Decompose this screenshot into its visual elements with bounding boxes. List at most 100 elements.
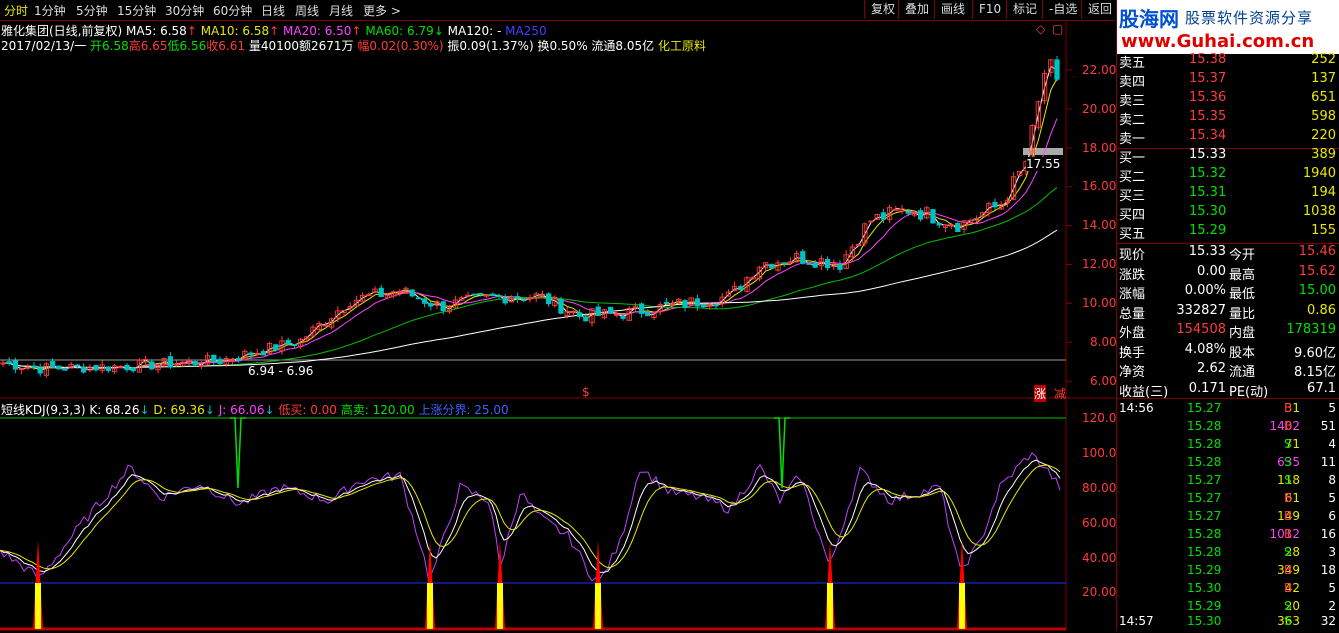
- tick-price: 15.28: [1187, 419, 1222, 433]
- bar-change: 幅0.02(0.30%): [357, 39, 444, 53]
- tick-side: B: [1284, 563, 1293, 577]
- candle-body: [812, 262, 818, 268]
- candle-body: [273, 344, 279, 351]
- logo-slogan: 股票软件资源分享: [1185, 9, 1314, 27]
- tick-row: 14:57 15.30 363 S 32: [1117, 614, 1339, 633]
- sell-signal-spike: [230, 417, 246, 489]
- candle-body: [49, 361, 56, 368]
- ma5-value: MA5: 6.58: [126, 24, 187, 38]
- quote-value: 154508: [1176, 322, 1226, 337]
- tick-row: 15.28 1012 B 16: [1117, 527, 1339, 546]
- candle-body: [192, 361, 198, 365]
- candle-body: [682, 300, 688, 308]
- candle-body: [217, 358, 223, 365]
- quote-value: 0.86: [1307, 302, 1336, 318]
- tick-price: 15.28: [1187, 437, 1222, 451]
- ask-label: 卖五: [1119, 56, 1146, 71]
- bid-volume: 194: [1311, 185, 1336, 200]
- candle-body: [130, 367, 136, 372]
- candle-body: [583, 316, 589, 322]
- tick-price: 15.30: [1187, 581, 1222, 595]
- tick-count: 32: [1320, 614, 1336, 628]
- price-axis-label: 16.00: [1082, 179, 1117, 193]
- quote-label: 量比: [1229, 306, 1256, 322]
- ma60-value: MA60: 6.79: [365, 24, 434, 38]
- bid-label: 买一: [1119, 151, 1146, 166]
- kdj-high-sell: 高卖: 120.00: [340, 403, 415, 417]
- diamond-icon[interactable]: ◇: [1036, 22, 1045, 36]
- bar-high: 高6.65: [128, 39, 168, 53]
- bar-sector[interactable]: 化工原料: [658, 39, 706, 53]
- bid-label: 买二: [1119, 170, 1146, 185]
- grid-layer: [0, 20, 1115, 631]
- chart-canvas[interactable]: [0, 0, 1115, 631]
- bar-amount: 额2671万: [299, 39, 354, 53]
- quote-value: 0.00: [1197, 263, 1226, 279]
- tick-price: 15.28: [1187, 455, 1222, 469]
- buy-signal-bar: [427, 583, 433, 629]
- quote-label: 收益(三): [1119, 384, 1169, 400]
- tick-row: 15.28 71 S 4: [1117, 437, 1339, 456]
- tick-price: 15.28: [1187, 527, 1222, 541]
- candle-body: [62, 368, 68, 371]
- bid-price: 15.31: [1189, 185, 1227, 200]
- ask-volume: 220: [1311, 128, 1336, 143]
- bar-date: 2017/02/13/一: [1, 39, 87, 53]
- tick-side: S: [1284, 599, 1292, 613]
- kdj-axis-label: 60.00: [1082, 516, 1117, 530]
- bar-info: 2017/02/13/一 开6.58高6.65低6.56收6.61 量40100…: [1, 37, 706, 54]
- jian-button[interactable]: 减: [1054, 385, 1066, 402]
- price-axis-label: 18.00: [1082, 141, 1117, 155]
- window-icon[interactable]: ▢: [1052, 22, 1063, 36]
- quote-row: 外盘 154508 内盘 178319: [1117, 322, 1339, 341]
- tick-row: 15.27 61 B 5: [1117, 491, 1339, 510]
- ask-price: 15.38: [1189, 52, 1227, 67]
- buy-signal-bar: [595, 583, 601, 629]
- ask-row: 卖一 15.34 220: [1117, 128, 1339, 147]
- bid-row: 买三 15.31 194: [1117, 185, 1339, 204]
- quote-value: 4.08%: [1184, 341, 1226, 357]
- quote-label: 换手: [1119, 345, 1146, 361]
- candle-body: [124, 364, 130, 371]
- candle-body: [936, 222, 942, 226]
- quote-label: 涨幅: [1119, 287, 1146, 302]
- quote-row: 涨幅 0.00% 最低 15.00: [1117, 283, 1339, 302]
- kdj-axis-label: 40.00: [1082, 551, 1117, 565]
- tick-row: 15.28 1402 B 51: [1117, 419, 1339, 438]
- candle-body: [149, 361, 155, 370]
- candle-body: [992, 201, 998, 208]
- candle-body: [930, 209, 936, 224]
- kdj-name[interactable]: 短线KDJ(9,3,3): [1, 403, 86, 417]
- tick-time: 14:56: [1119, 401, 1154, 415]
- quote-value: 2.62: [1197, 361, 1226, 376]
- up-arrow-icon: ↑: [269, 24, 280, 38]
- bid-row: 买四 15.30 1038: [1117, 204, 1339, 223]
- bar-close: 收6.61: [206, 39, 245, 53]
- candle-body: [291, 344, 298, 347]
- bid-volume: 155: [1311, 223, 1336, 238]
- tick-price: 15.27: [1187, 509, 1222, 523]
- ask-volume: 651: [1311, 90, 1336, 105]
- kdj-signals: [33, 417, 967, 629]
- bid-row: 买二 15.32 1940: [1117, 166, 1339, 185]
- tick-side: S: [1284, 614, 1292, 628]
- quote-label: 最低: [1229, 287, 1256, 302]
- bid-price: 15.32: [1189, 166, 1227, 181]
- candle-body: [955, 222, 961, 232]
- tick-side: S: [1284, 473, 1292, 487]
- guhai-logo: 股海网 股票软件资源分享 www.Guhai.com.cn: [1117, 0, 1339, 54]
- candle-body: [235, 357, 242, 361]
- quote-value: 15.33: [1188, 244, 1226, 259]
- quote-value: 0.00%: [1184, 283, 1226, 298]
- candle-body: [824, 258, 831, 269]
- quote-value: 67.1: [1307, 380, 1336, 396]
- quote-label: 外盘: [1119, 326, 1146, 341]
- price-axis-label: 10.00: [1082, 296, 1117, 310]
- price-axis-label: 6.00: [1090, 374, 1117, 388]
- zhang-button[interactable]: 涨: [1034, 385, 1047, 402]
- candle-body: [781, 262, 787, 265]
- candle-body: [713, 304, 719, 307]
- candle-body: [285, 339, 291, 345]
- ask-row: 卖四 15.37 137: [1117, 71, 1339, 90]
- ask-volume: 252: [1311, 52, 1336, 67]
